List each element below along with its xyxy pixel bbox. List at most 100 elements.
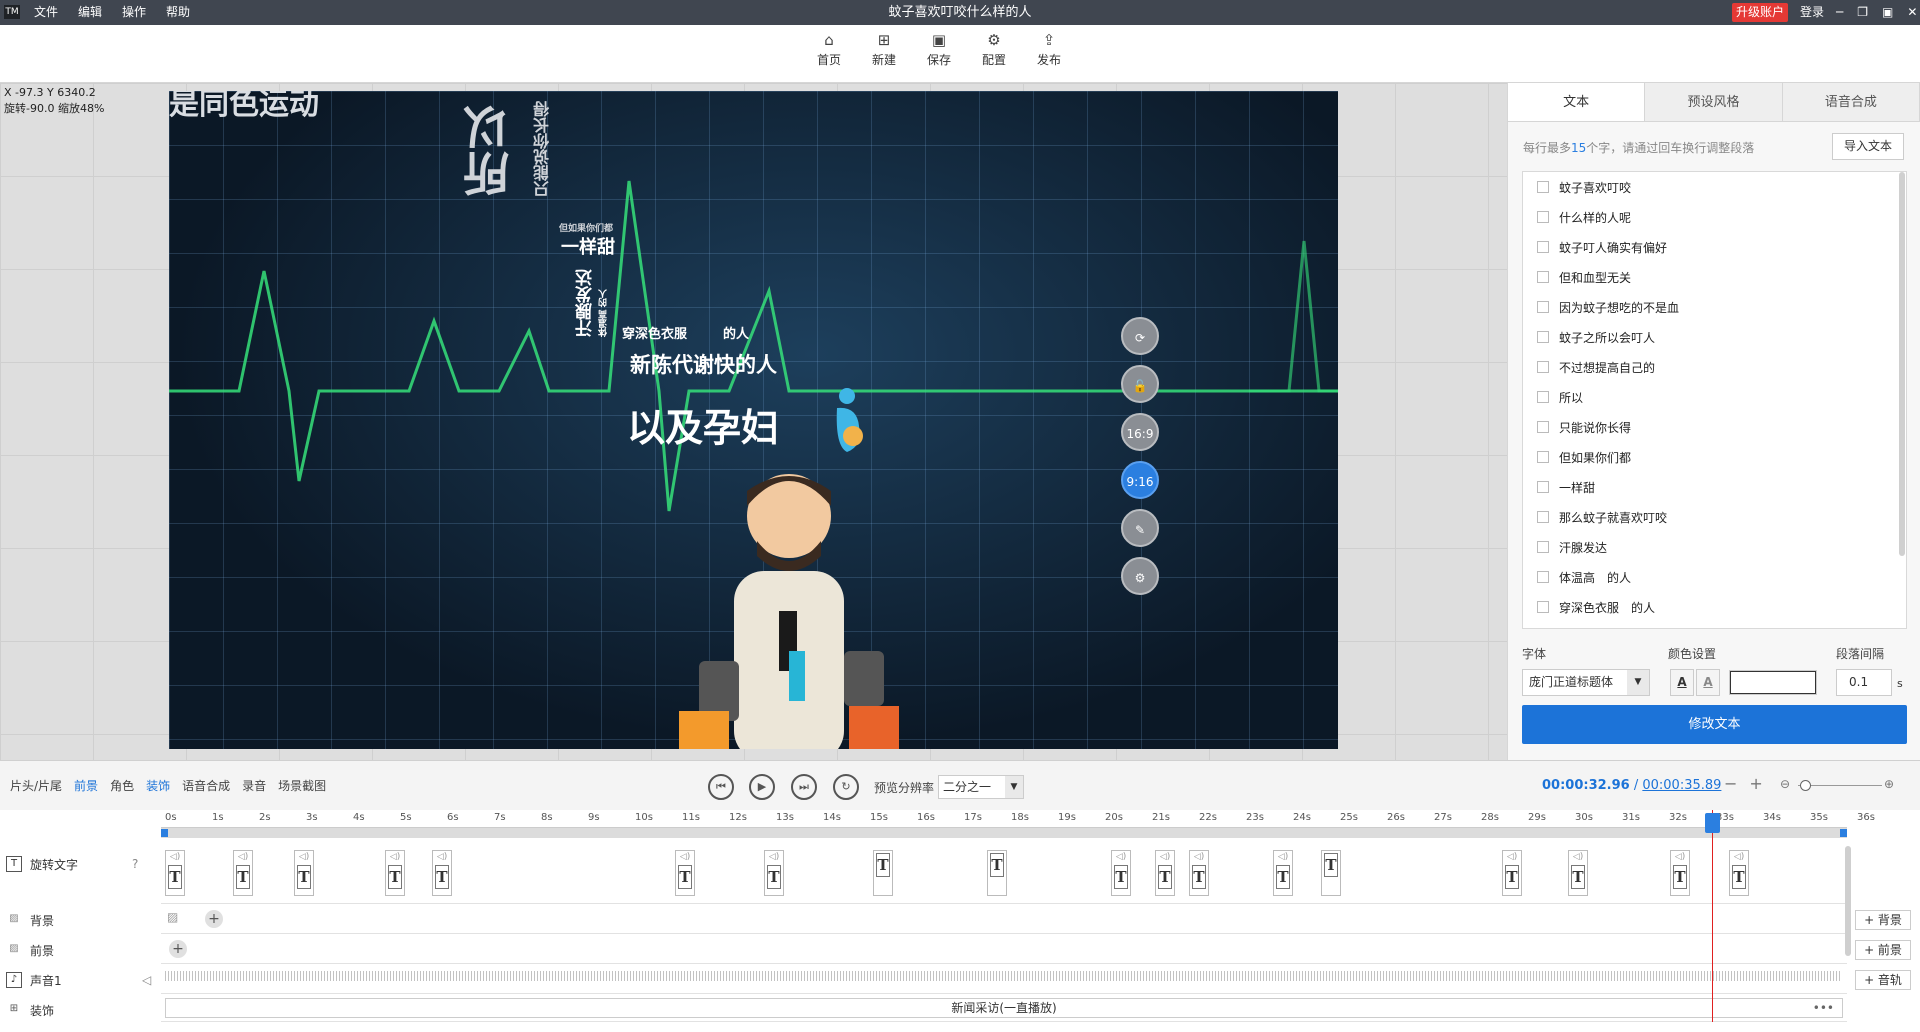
add-foreground-icon[interactable]: + (169, 940, 187, 958)
stage-text-tiwengao[interactable]: 体温高 的人 (597, 289, 610, 337)
list-item[interactable]: 穿深色衣服 的人 (1523, 592, 1906, 622)
list-item[interactable]: 汗腺发达 (1523, 532, 1906, 562)
color-swatch[interactable] (1729, 670, 1817, 695)
more-icon[interactable]: ••• (1813, 999, 1834, 1017)
text-clip[interactable]: ◁) T (1729, 850, 1749, 896)
chevron-down-icon[interactable]: ▼ (1005, 776, 1023, 798)
text-clip[interactable]: ◁) T (233, 850, 253, 896)
line-checkbox[interactable] (1537, 481, 1549, 493)
tab-preset-style[interactable]: 预设风格 (1645, 83, 1783, 121)
stage-text-zhineng[interactable]: 只能说你长得 (531, 101, 555, 197)
stage-text-suoyi[interactable]: 所以 (456, 105, 522, 197)
zoom-in-icon[interactable]: ⊕ (1884, 777, 1894, 791)
line-checkbox[interactable] (1537, 601, 1549, 613)
list-item[interactable]: 蚊子喜欢叮咬 (1523, 172, 1906, 202)
video-stage[interactable]: 是同色运动 所以 只能说你长得 但如果你们都 一样甜 汗腺发达 体温高 的人 穿… (169, 91, 1338, 749)
foreground-track[interactable]: + (161, 934, 1847, 964)
zoom-slider[interactable]: ⊖ ⊕ (1780, 777, 1900, 793)
text-clip[interactable]: ◁) T (432, 850, 452, 896)
add-background-button[interactable]: + 背景 (1855, 910, 1911, 930)
text-clip[interactable]: ◁) T (1670, 850, 1690, 896)
list-item[interactable]: 因为蚊子想吃的不是血 (1523, 292, 1906, 322)
minus-icon[interactable]: − (1724, 774, 1749, 793)
add-audio-track-button[interactable]: + 音轨 (1855, 970, 1911, 990)
line-checkbox[interactable] (1537, 541, 1549, 553)
edit-icon[interactable]: ✎ (1121, 509, 1159, 547)
text-clip[interactable]: ◁) T (1155, 850, 1175, 896)
upgrade-account-button[interactable]: 升级账户 (1732, 3, 1789, 22)
minimize-icon[interactable]: ─ (1836, 0, 1843, 25)
rotate-icon[interactable]: ⟳ (1121, 317, 1159, 355)
ratio-9-16-button[interactable]: 9:16 (1121, 461, 1159, 499)
voice-synthesis-tool[interactable]: 语音合成 (182, 777, 230, 794)
list-item[interactable]: 但如果你们都 (1523, 442, 1906, 472)
intro-outro-tool[interactable]: 片头/片尾 (10, 777, 62, 794)
new-button[interactable]: ⊞ 新建 (864, 31, 904, 68)
line-checkbox[interactable] (1537, 421, 1549, 433)
list-item[interactable]: 什么样的人呢 (1523, 202, 1906, 232)
audio-track[interactable] (161, 964, 1847, 994)
list-item[interactable]: 但和血型无关 (1523, 262, 1906, 292)
menu-operate[interactable]: 操作 (122, 0, 146, 25)
tab-voice-synthesis[interactable]: 语音合成 (1782, 83, 1920, 121)
text-clip[interactable]: T (1321, 850, 1341, 896)
import-text-button[interactable]: 导入文本 (1832, 133, 1904, 160)
stage-text-yunfu[interactable]: 以及孕妇 (627, 397, 779, 452)
replay-icon[interactable]: ↻ (833, 774, 859, 800)
unlock-icon[interactable]: 🔓 (1121, 365, 1159, 403)
resolution-select[interactable]: 二分之一 ▼ (938, 775, 1024, 799)
restore-icon[interactable]: ❐ (1857, 0, 1868, 25)
play-icon[interactable]: ▶ (749, 774, 775, 800)
reporter-character-image[interactable] (639, 461, 939, 749)
foreground-tool[interactable]: 前景 (74, 777, 98, 794)
list-item[interactable]: 一样甜 (1523, 472, 1906, 502)
list-item[interactable]: 蚊子之所以会叮人 (1523, 322, 1906, 352)
line-checkbox[interactable] (1537, 301, 1549, 313)
text-clip[interactable]: ◁) T (1273, 850, 1293, 896)
line-checkbox[interactable] (1537, 361, 1549, 373)
add-foreground-button[interactable]: + 前景 (1855, 940, 1911, 960)
settings-icon[interactable]: ⚙ (1121, 557, 1159, 595)
range-end-handle[interactable] (1840, 829, 1847, 837)
stage-text-yiyangtian[interactable]: 一样甜 (561, 233, 615, 259)
line-checkbox[interactable] (1537, 391, 1549, 403)
text-clip[interactable]: ◁) T (764, 850, 784, 896)
text-clip[interactable]: ◁) T (165, 850, 185, 896)
text-clip[interactable]: T (873, 850, 893, 896)
text-clip[interactable]: ◁) T (385, 850, 405, 896)
modify-text-button[interactable]: 修改文本 (1522, 705, 1907, 744)
list-item[interactable]: 那么蚊子就喜欢叮咬 (1523, 502, 1906, 532)
range-start-handle[interactable] (161, 829, 168, 837)
line-checkbox[interactable] (1537, 241, 1549, 253)
close-icon[interactable]: ✕ (1907, 0, 1917, 25)
list-item[interactable]: 蚊子叮人确实有偏好 (1523, 232, 1906, 262)
ratio-16-9-button[interactable]: 16:9 (1121, 413, 1159, 451)
line-checkbox[interactable] (1537, 331, 1549, 343)
menu-file[interactable]: 文件 (34, 0, 58, 25)
pregnant-woman-icon[interactable] (827, 386, 867, 456)
background-track[interactable]: ▨ + (161, 904, 1847, 934)
stage-text-chuanshen[interactable]: 穿深色衣服 (622, 323, 687, 342)
text-clip[interactable]: ◁) T (1502, 850, 1522, 896)
spacing-input[interactable]: 0.1 (1836, 669, 1892, 696)
list-item[interactable]: 不过想提高自己的 (1523, 352, 1906, 382)
line-checkbox[interactable] (1537, 181, 1549, 193)
playhead-handle[interactable] (1705, 813, 1720, 833)
lines-scrollbar[interactable] (1899, 172, 1905, 556)
line-checkbox[interactable] (1537, 571, 1549, 583)
chevron-down-icon[interactable]: ▼ (1627, 670, 1649, 695)
menu-edit[interactable]: 编辑 (78, 0, 102, 25)
volume-icon[interactable]: ◁ (142, 973, 151, 987)
background-thumb-icon[interactable]: ▨ (167, 910, 178, 924)
text-clip[interactable]: T (987, 850, 1007, 896)
text-clip[interactable]: ◁) T (1568, 850, 1588, 896)
add-background-icon[interactable]: + (205, 910, 223, 928)
text-track[interactable]: ◁) T ◁) T ◁) T ◁) T ◁) T ◁) T ◁) T T T ◁) T ◁) T ◁) T ◁) T T ◁… (161, 842, 1847, 904)
zoom-knob[interactable] (1800, 780, 1811, 791)
line-checkbox[interactable] (1537, 271, 1549, 283)
text-clip[interactable]: ◁) T (675, 850, 695, 896)
decoration-clip[interactable]: 新闻采访(一直播放) ••• (165, 998, 1843, 1018)
line-checkbox[interactable] (1537, 211, 1549, 223)
outline-color-icon[interactable]: A (1696, 669, 1720, 696)
record-tool[interactable]: 录音 (242, 777, 266, 794)
